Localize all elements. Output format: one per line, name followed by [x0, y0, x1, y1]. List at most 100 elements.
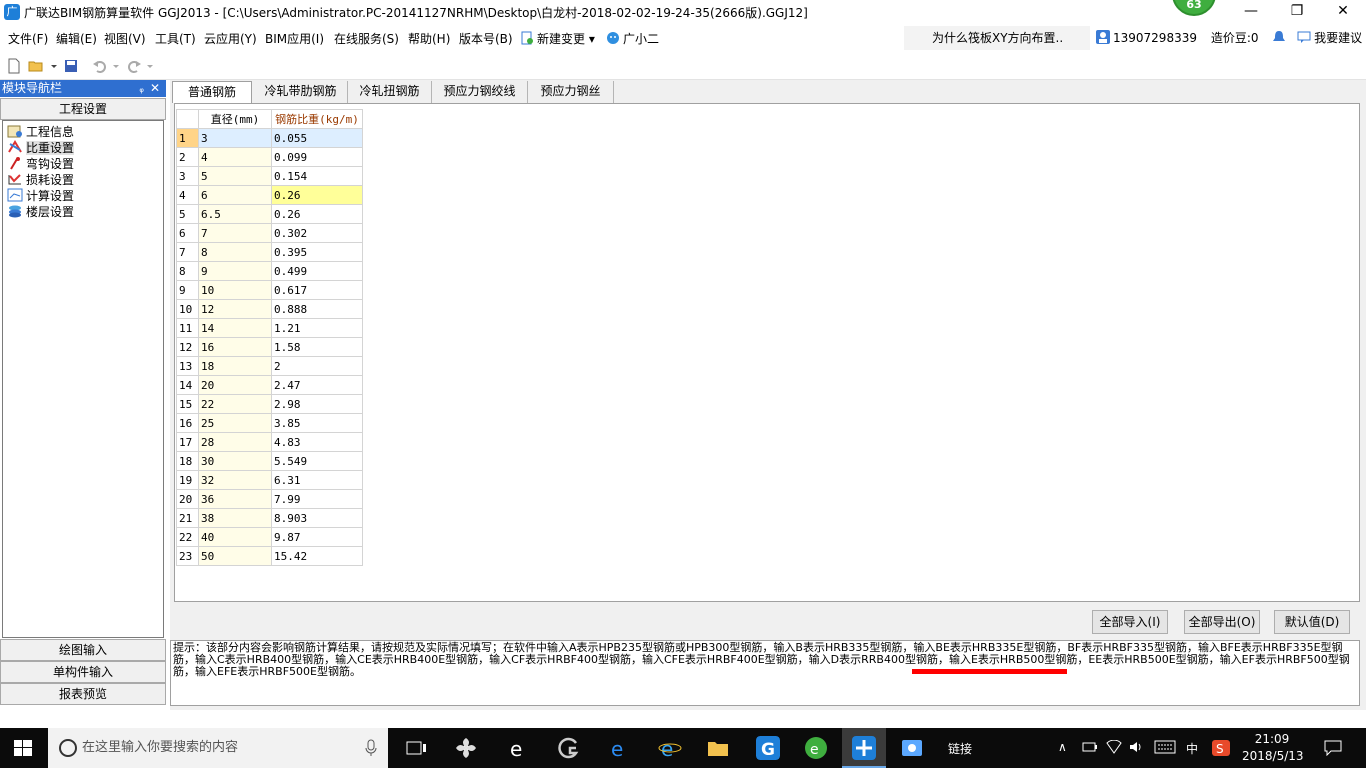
table-row[interactable]: 8 9 0.499 [176, 261, 363, 281]
ie-browser-icon[interactable]: e [506, 736, 530, 760]
active-app-slot[interactable] [842, 728, 886, 768]
weight-cell[interactable]: 0.099 [271, 147, 363, 167]
screenshot-app-icon[interactable] [900, 736, 924, 760]
tab-cold-rolled-ribbed[interactable]: 冷轧带肋钢筋 [254, 81, 348, 103]
diameter-cell[interactable]: 16 [198, 337, 272, 357]
ime-indicator[interactable]: 中 [1186, 740, 1198, 757]
diameter-cell[interactable]: 8 [198, 242, 272, 262]
redo-icon[interactable] [126, 58, 142, 74]
weight-cell[interactable]: 0.302 [271, 223, 363, 243]
glodon-g-icon[interactable]: G [756, 736, 780, 760]
volume-icon[interactable] [1128, 740, 1144, 754]
diameter-cell[interactable]: 50 [198, 546, 272, 566]
weight-cell[interactable]: 0.26 [271, 204, 363, 224]
link-toolbar-label[interactable]: 链接 [948, 740, 972, 757]
table-row[interactable]: 1 3 0.055 [176, 128, 363, 148]
chevron-down-icon[interactable] [50, 58, 58, 74]
table-row[interactable]: 3 5 0.154 [176, 166, 363, 186]
diameter-cell[interactable]: 10 [198, 280, 272, 300]
diameter-cell[interactable]: 14 [198, 318, 272, 338]
table-row[interactable]: 12 16 1.58 [176, 337, 363, 357]
weight-cell[interactable]: 1.21 [271, 318, 363, 338]
menu-help[interactable]: 帮助(H) [408, 30, 450, 47]
table-row[interactable]: 5 6.5 0.26 [176, 204, 363, 224]
taskbar-search-input[interactable]: 在这里输入你要搜索的内容 [48, 728, 388, 768]
weight-cell[interactable]: 1.58 [271, 337, 363, 357]
table-row[interactable]: 7 8 0.395 [176, 242, 363, 262]
tab-ordinary-rebar[interactable]: 普通钢筋 [172, 81, 252, 103]
table-row[interactable]: 15 22 2.98 [176, 394, 363, 414]
diameter-cell[interactable]: 20 [198, 375, 272, 395]
diameter-cell[interactable]: 28 [198, 432, 272, 452]
menu-view[interactable]: 视图(V) [104, 30, 146, 47]
table-row[interactable]: 20 36 7.99 [176, 489, 363, 509]
diameter-cell[interactable]: 6.5 [198, 204, 272, 224]
table-row[interactable]: 21 38 8.903 [176, 508, 363, 528]
menu-bim[interactable]: BIM应用(I) [265, 30, 324, 47]
open-folder-icon[interactable] [28, 58, 44, 74]
table-row[interactable]: 14 20 2.47 [176, 375, 363, 395]
ie-blue-icon[interactable]: e [658, 736, 682, 760]
table-row[interactable]: 6 7 0.302 [176, 223, 363, 243]
chevron-down-icon[interactable] [146, 58, 154, 74]
section-project-settings[interactable]: 工程设置 [0, 98, 166, 120]
suggest-link[interactable]: 我要建议 [1314, 31, 1362, 45]
diameter-cell[interactable]: 18 [198, 356, 272, 376]
weight-cell[interactable]: 3.85 [271, 413, 363, 433]
menu-version[interactable]: 版本号(B) [459, 30, 513, 47]
diameter-cell[interactable]: 30 [198, 451, 272, 471]
weight-cell[interactable]: 2 [271, 356, 363, 376]
sogou-ime-icon[interactable]: S [1212, 740, 1230, 756]
section-drawing-input[interactable]: 绘图输入 [0, 639, 166, 661]
table-row[interactable]: 2 4 0.099 [176, 147, 363, 167]
save-icon[interactable] [63, 58, 79, 74]
task-view-icon[interactable] [404, 736, 428, 760]
new-change-menu[interactable]: 新建变更 ▾ [520, 30, 595, 47]
maximize-button[interactable]: ❐ [1274, 0, 1320, 24]
diameter-cell[interactable]: 3 [198, 128, 272, 148]
microphone-icon[interactable] [364, 739, 378, 757]
pin-icon[interactable]: ᵩ [139, 80, 144, 97]
weight-cell[interactable]: 5.549 [271, 451, 363, 471]
menu-cloud[interactable]: 云应用(Y) [204, 30, 257, 47]
notification-icon[interactable] [1324, 740, 1342, 756]
column-header-diameter[interactable]: 直径(mm) [198, 109, 272, 129]
menu-online[interactable]: 在线服务(S) [334, 30, 399, 47]
import-all-button[interactable]: 全部导入(I) [1092, 610, 1168, 634]
diameter-cell[interactable]: 25 [198, 413, 272, 433]
fan-app-icon[interactable] [454, 736, 478, 760]
weight-cell[interactable]: 0.055 [271, 128, 363, 148]
edge-browser-icon[interactable]: e [608, 736, 632, 760]
undo-icon[interactable] [92, 58, 108, 74]
tab-prestressed-strand[interactable]: 预应力钢绞线 [432, 81, 528, 103]
section-report-preview[interactable]: 报表预览 [0, 683, 166, 705]
weight-cell[interactable]: 0.395 [271, 242, 363, 262]
default-value-button[interactable]: 默认值(D) [1274, 610, 1350, 634]
close-button[interactable]: ✕ [1320, 0, 1366, 24]
section-component-input[interactable]: 单构件输入 [0, 661, 166, 683]
minimize-button[interactable]: — [1228, 0, 1274, 24]
user-phone[interactable]: 13907298339 [1113, 31, 1197, 45]
tree-item-calc-settings[interactable]: 计算设置 [7, 187, 74, 203]
weight-cell[interactable]: 0.617 [271, 280, 363, 300]
diameter-cell[interactable]: 22 [198, 394, 272, 414]
diameter-cell[interactable]: 32 [198, 470, 272, 490]
file-explorer-icon[interactable] [706, 736, 730, 760]
diameter-cell[interactable]: 4 [198, 147, 272, 167]
assistant-menu[interactable]: 广小二 [606, 30, 659, 47]
table-row[interactable]: 9 10 0.617 [176, 280, 363, 300]
weight-cell[interactable]: 15.42 [271, 546, 363, 566]
weight-cell[interactable]: 2.47 [271, 375, 363, 395]
menu-tools[interactable]: 工具(T) [155, 30, 196, 47]
table-row[interactable]: 16 25 3.85 [176, 413, 363, 433]
weight-cell[interactable]: 6.31 [271, 470, 363, 490]
weight-cell[interactable]: 0.499 [271, 261, 363, 281]
keyboard-icon[interactable] [1154, 740, 1176, 754]
table-row[interactable]: 18 30 5.549 [176, 451, 363, 471]
battery-icon[interactable] [1082, 740, 1098, 754]
diameter-cell[interactable]: 5 [198, 166, 272, 186]
diameter-cell[interactable]: 9 [198, 261, 272, 281]
bell-icon[interactable] [1272, 30, 1286, 44]
table-row[interactable]: 22 40 9.87 [176, 527, 363, 547]
clock[interactable]: 21:09 2018/5/13 [1242, 731, 1304, 765]
